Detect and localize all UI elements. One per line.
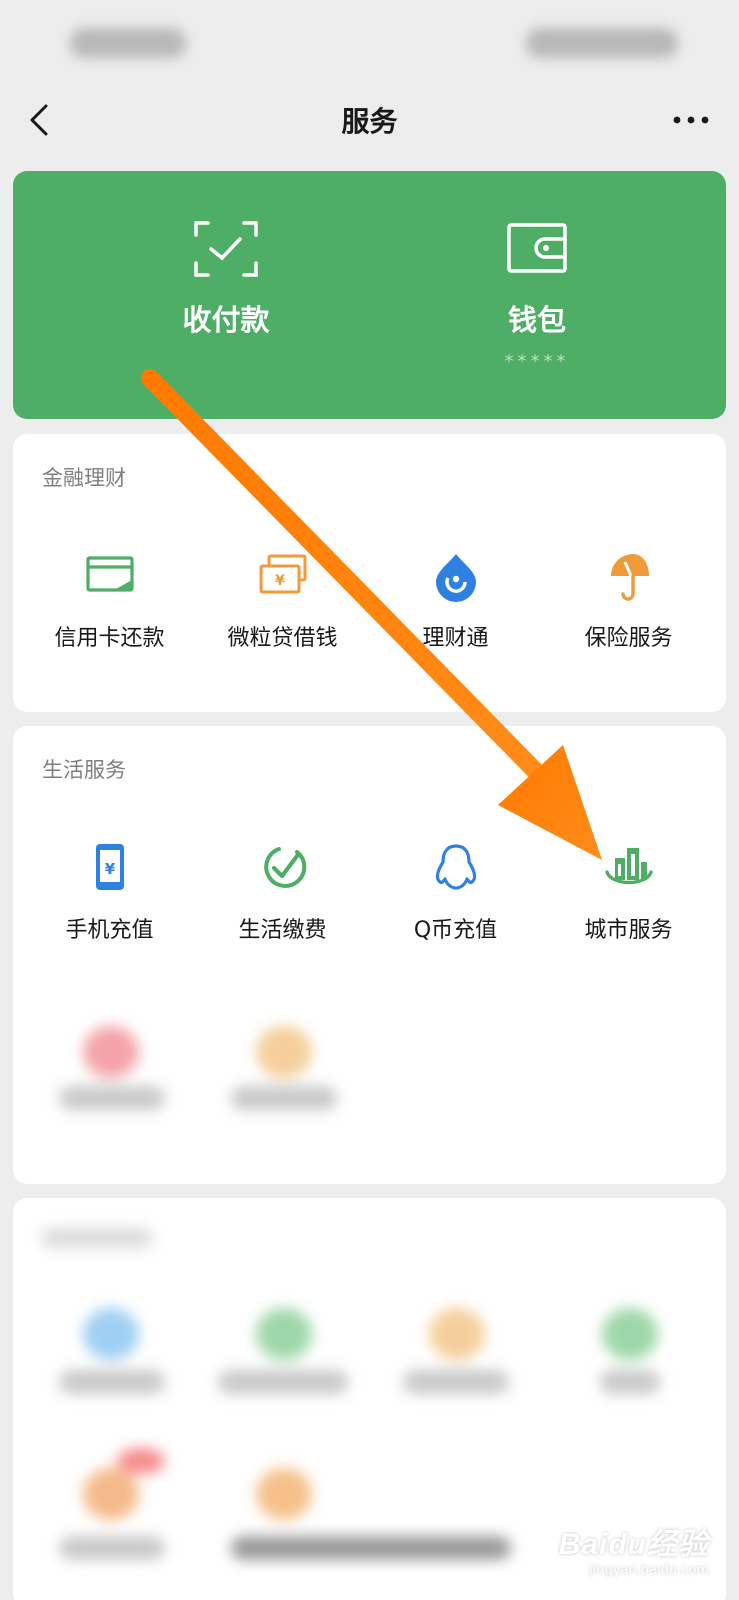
life-section: 生活服务 ¥ 手机充值 生活缴费 Q币充值 城市服务 <box>13 726 726 1184</box>
grid-item-insurance[interactable]: 保险服务 <box>542 550 715 652</box>
pay-item-label: 钱包 <box>507 303 566 337</box>
baidu-watermark: Baidu经验 jingyan.baidu.com <box>559 1519 709 1578</box>
status-bar <box>0 0 739 86</box>
wallet-icon <box>507 223 567 273</box>
svg-text:¥: ¥ <box>104 860 115 878</box>
grid-item-label: 信用卡还款 <box>54 626 165 651</box>
blurred-icon <box>83 1026 139 1078</box>
svg-text:¥: ¥ <box>275 573 285 589</box>
blurred-icon <box>256 1026 312 1078</box>
grid-item-weilidai[interactable]: ¥ 微粒贷借钱 <box>196 550 369 652</box>
pay-item-wallet[interactable]: 钱包 ***** <box>437 221 637 372</box>
blurred-label <box>41 1228 153 1248</box>
grid-item-label: Q币充值 <box>413 918 498 943</box>
blurred-icon <box>117 1448 165 1474</box>
section-title: 金融理财 <box>42 466 126 490</box>
finance-section: 金融理财 信用卡还款 ¥ 微粒贷借钱 理财通 保险服务 <box>13 434 726 712</box>
grid-item-label: 微粒贷借钱 <box>227 626 338 651</box>
pay-item-label: 收付款 <box>182 303 270 337</box>
blurred-label <box>218 1370 348 1394</box>
blurred-services-row <box>13 986 726 1176</box>
grid-item-mobile-topup[interactable]: ¥ 手机充值 <box>23 842 196 944</box>
grid-item-label: 生活缴费 <box>238 918 327 943</box>
grid-item-credit-card-repay[interactable]: 信用卡还款 <box>23 550 196 652</box>
grid-item-utility-bills[interactable]: 生活缴费 <box>196 842 369 944</box>
umbrella-icon <box>610 554 649 601</box>
grid-item-qcoin-topup[interactable]: Q币充值 <box>369 842 542 944</box>
status-indicators-blurred <box>526 28 678 58</box>
phone-yuan-icon: ¥ <box>95 844 124 890</box>
blurred-label <box>59 1086 165 1110</box>
section-title: 生活服务 <box>42 758 126 782</box>
city-buildings-icon <box>604 848 653 885</box>
blurred-icon <box>83 1468 139 1520</box>
scan-check-icon <box>194 221 258 277</box>
grid-item-city-services[interactable]: 城市服务 <box>542 842 715 944</box>
status-time-blurred <box>70 28 186 58</box>
grid-item-label: 城市服务 <box>584 918 673 943</box>
blurred-label <box>59 1536 165 1560</box>
pay-item-receive-pay[interactable]: 收付款 <box>126 221 326 339</box>
blurred-icon <box>256 1308 312 1360</box>
blurred-icon <box>429 1308 485 1360</box>
more-options-icon[interactable] <box>671 108 711 132</box>
watermark-url: jingyan.baidu.com <box>589 1563 709 1578</box>
wealth-drop-icon <box>435 554 476 602</box>
credit-card-icon <box>85 556 134 592</box>
blurred-label <box>600 1370 660 1394</box>
blurred-label <box>231 1536 511 1560</box>
page-title: 服务 <box>341 105 398 138</box>
blurred-label <box>59 1370 165 1394</box>
watermark-brand: Baidu经验 <box>558 1528 709 1561</box>
grid-item-label: 理财通 <box>422 626 489 651</box>
grid-item-label: 保险服务 <box>584 626 673 651</box>
check-circle-icon <box>263 847 306 888</box>
penguin-icon <box>435 844 476 890</box>
nav-bar: 服务 <box>0 86 739 154</box>
blurred-icon <box>256 1468 312 1520</box>
blurred-icon <box>602 1308 658 1360</box>
blurred-label <box>231 1086 337 1110</box>
banknote-icon: ¥ <box>259 554 306 594</box>
blurred-icon <box>83 1308 139 1360</box>
grid-item-licaitong[interactable]: 理财通 <box>369 550 542 652</box>
wallet-balance-masked: ***** <box>504 351 570 372</box>
pay-card: 收付款 钱包 ***** <box>13 171 726 419</box>
blurred-label <box>403 1370 509 1394</box>
grid-item-label: 手机充值 <box>65 918 154 943</box>
